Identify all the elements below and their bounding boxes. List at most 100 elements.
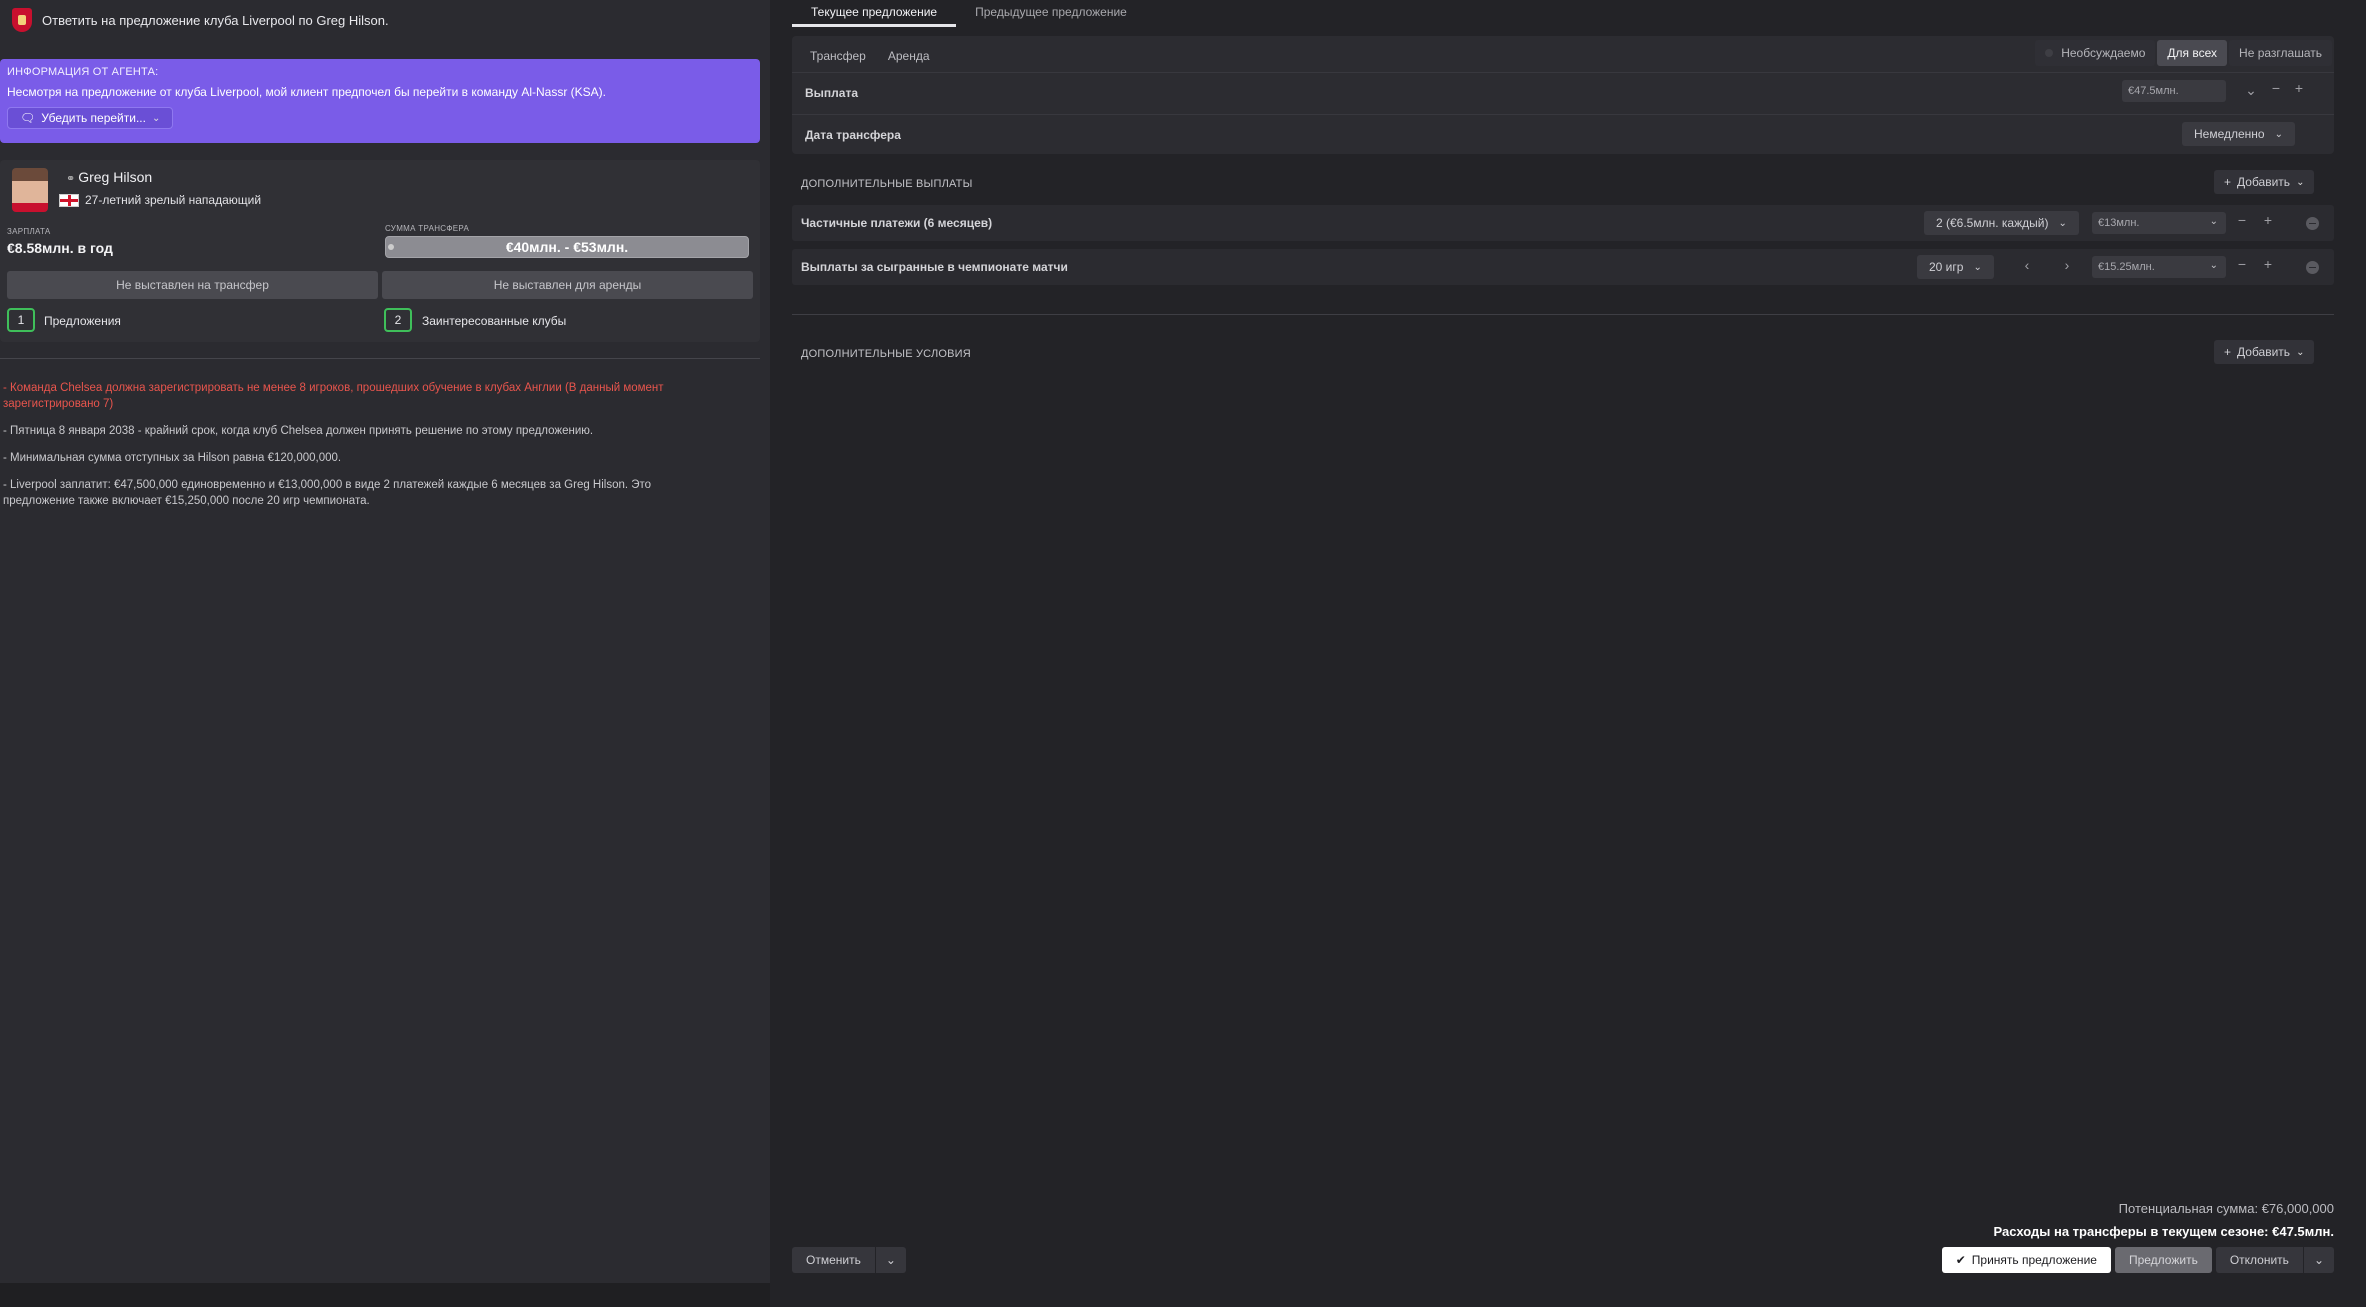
installments-row: Частичные платежи (6 месяцев) 2 (€6.5млн… [792,205,2334,241]
offers-count[interactable]: 1 [7,308,35,332]
extra-terms-title: ДОПОЛНИТЕЛЬНЫЕ УСЛОВИЯ [801,348,971,360]
payment-label: Выплата [805,86,859,100]
propose-button[interactable]: Предложить [2114,1247,2212,1273]
payment-increase-button[interactable]: + [2289,80,2309,96]
installments-label: Частичные платежи (6 месяцев) [801,216,993,230]
payment-dropdown-icon[interactable]: ⌄ [2241,82,2261,99]
tab-current-offer[interactable]: Текущее предложение [792,0,957,27]
segment-non-negotiable[interactable]: Необсуждаемо [2035,40,2156,66]
chevron-down-icon: ⌄ [1973,261,1982,273]
add-extra-payment-button[interactable]: + Добавить ⌄ [2214,170,2315,194]
type-tab-transfer[interactable]: Трансфер [802,44,874,68]
add-extra-payment-label: Добавить [2237,175,2291,189]
installments-option: 2 (€6.5млн. каждый) [1936,216,2049,230]
appearances-count-dropdown[interactable]: 20 игр ⌄ [1917,255,1994,279]
agent-info-title: ИНФОРМАЦИЯ ОТ АГЕНТА: [7,66,159,78]
offer-tabs: Текущее предложение Предыдущее предложен… [792,0,1146,28]
installments-dropdown[interactable]: 2 (€6.5млн. каждый) ⌄ [1924,211,2079,235]
headset-icon: ⚭ [66,173,76,185]
player-name-link[interactable]: ⚭ Greg Hilson [66,169,152,185]
chevron-left-icon[interactable]: ‹ [2017,257,2037,273]
offer-notes: - Команда Chelsea должна зарегистрироват… [3,380,723,520]
deal-terms-box: Трансфер Аренда Необсуждаемо Для всех Не… [792,36,2334,154]
chevron-down-icon: ⌄ [2209,260,2218,271]
add-extra-term-button[interactable]: + Добавить ⌄ [2214,340,2315,364]
segment-non-negotiable-label: Необсуждаемо [2061,46,2146,60]
installments-input[interactable]: €13млн. ⌄ [2092,212,2226,234]
chevron-down-icon: ⌄ [2058,217,2067,229]
offers-label[interactable]: Предложения [44,314,121,328]
convince-button-label: Убедить перейти... [41,111,146,125]
payment-input[interactable]: €47.5млн. [2122,80,2226,102]
right-divider [792,314,2334,315]
bottom-strip [0,1283,770,1307]
installments-value: €13млн. [2098,217,2140,229]
accept-offer-button[interactable]: ✔ Принять предложение [1941,1247,2111,1273]
toggle-dot-icon [2045,49,2054,57]
appearances-input[interactable]: €15.25млн. ⌄ [2092,256,2226,278]
chevron-down-icon: ⌄ [2296,346,2305,358]
interested-clubs-label[interactable]: Заинтересованные клубы [422,314,566,328]
type-tab-loan[interactable]: Аренда [880,44,938,68]
deal-type-tabs: Трансфер Аренда [802,44,938,68]
reject-options-button[interactable]: ⌄ [2303,1247,2334,1273]
add-extra-term-label: Добавить [2237,345,2291,359]
convince-button[interactable]: 🗨 Убедить перейти... ⌄ [7,107,174,129]
offer-actions: ✔ Принять предложение Предложить Отклонит… [1941,1247,2334,1273]
checkmark-icon: ✔ [1955,1253,1966,1267]
appearances-row: Выплаты за сыгранные в чемпионате матчи … [792,249,2334,285]
note-payment-summary: - Liverpool заплатит: €47,500,000 единов… [3,479,652,507]
payment-decrease-button[interactable]: − [2266,80,2286,96]
player-avatar [12,168,48,212]
transfer-date-dropdown[interactable]: Немедленно ⌄ [2182,122,2295,146]
cancel-options-button[interactable]: ⌄ [875,1247,906,1273]
appearances-value: €15.25млн. [2098,261,2155,273]
appearances-increase-button[interactable]: + [2258,256,2278,272]
transfer-date-label: Дата трансфера [805,128,901,142]
chevron-down-icon: ⌄ [885,1253,896,1267]
salary-label: ЗАРПЛАТА [7,227,51,236]
potential-total: Потенциальная сумма: €76,000,000 [2118,1201,2334,1216]
salary-value: €8.58млн. в год [7,240,113,256]
remove-installments-icon[interactable] [2306,217,2319,230]
appearances-decrease-button[interactable]: − [2232,256,2252,272]
chevron-down-icon: ⌄ [2296,176,2305,188]
accept-offer-label: Принять предложение [1971,1253,2097,1267]
installments-decrease-button[interactable]: − [2232,212,2252,228]
interested-clubs-count[interactable]: 2 [384,308,412,332]
note-release-clause: - Минимальная сумма отступных за Hilson … [3,452,342,464]
fee-range-knob [388,244,394,250]
chevron-down-icon: ⌄ [2313,1253,2324,1267]
transfer-status-button[interactable]: Не выставлен на трансфер [7,271,378,299]
installments-increase-button[interactable]: + [2258,212,2278,228]
remove-appearances-icon[interactable] [2306,261,2319,274]
segment-public[interactable]: Для всех [2157,40,2228,66]
tab-previous-offer[interactable]: Предыдущее предложение [956,0,1146,27]
chevron-down-icon: ⌄ [151,112,161,124]
reject-group: Отклонить ⌄ [2215,1247,2334,1273]
plus-icon: + [2224,175,2232,189]
transfer-date-value: Немедленно [2194,127,2265,141]
offer-header-title: Ответить на предложение клуба Liverpool … [42,12,389,28]
cancel-group: Отменить ⌄ [792,1247,906,1273]
england-flag-icon [59,193,79,207]
player-name: Greg Hilson [78,169,153,185]
plus-icon: + [2224,345,2232,359]
liverpool-crest-icon [12,8,32,32]
segment-confidential[interactable]: Не разглашать [2229,40,2332,66]
fee-label: СУММА ТРАНСФЕРА [385,224,470,233]
speech-bubble-icon: 🗨 [20,111,36,125]
cancel-button[interactable]: Отменить [792,1247,875,1273]
loan-status-button[interactable]: Не выставлен для аренды [382,271,753,299]
agent-info-box: ИНФОРМАЦИЯ ОТ АГЕНТА: Несмотря на предло… [0,59,760,143]
agent-info-message: Несмотря на предложение от клуба Liverpo… [7,85,606,99]
offer-header: Ответить на предложение клуба Liverpool … [0,0,770,40]
visibility-segment: Необсуждаемо Для всех Не разглашать [2035,40,2332,66]
row-divider [792,114,2334,115]
reject-button[interactable]: Отклонить [2215,1247,2303,1273]
player-card: ⚭ Greg Hilson 27-летний зрелый нападающий… [0,160,760,342]
appearances-count: 20 игр [1929,260,1964,274]
chevron-right-icon[interactable]: › [2057,257,2077,273]
player-description: 27-летний зрелый нападающий [59,193,261,207]
right-panel [770,0,2366,1307]
